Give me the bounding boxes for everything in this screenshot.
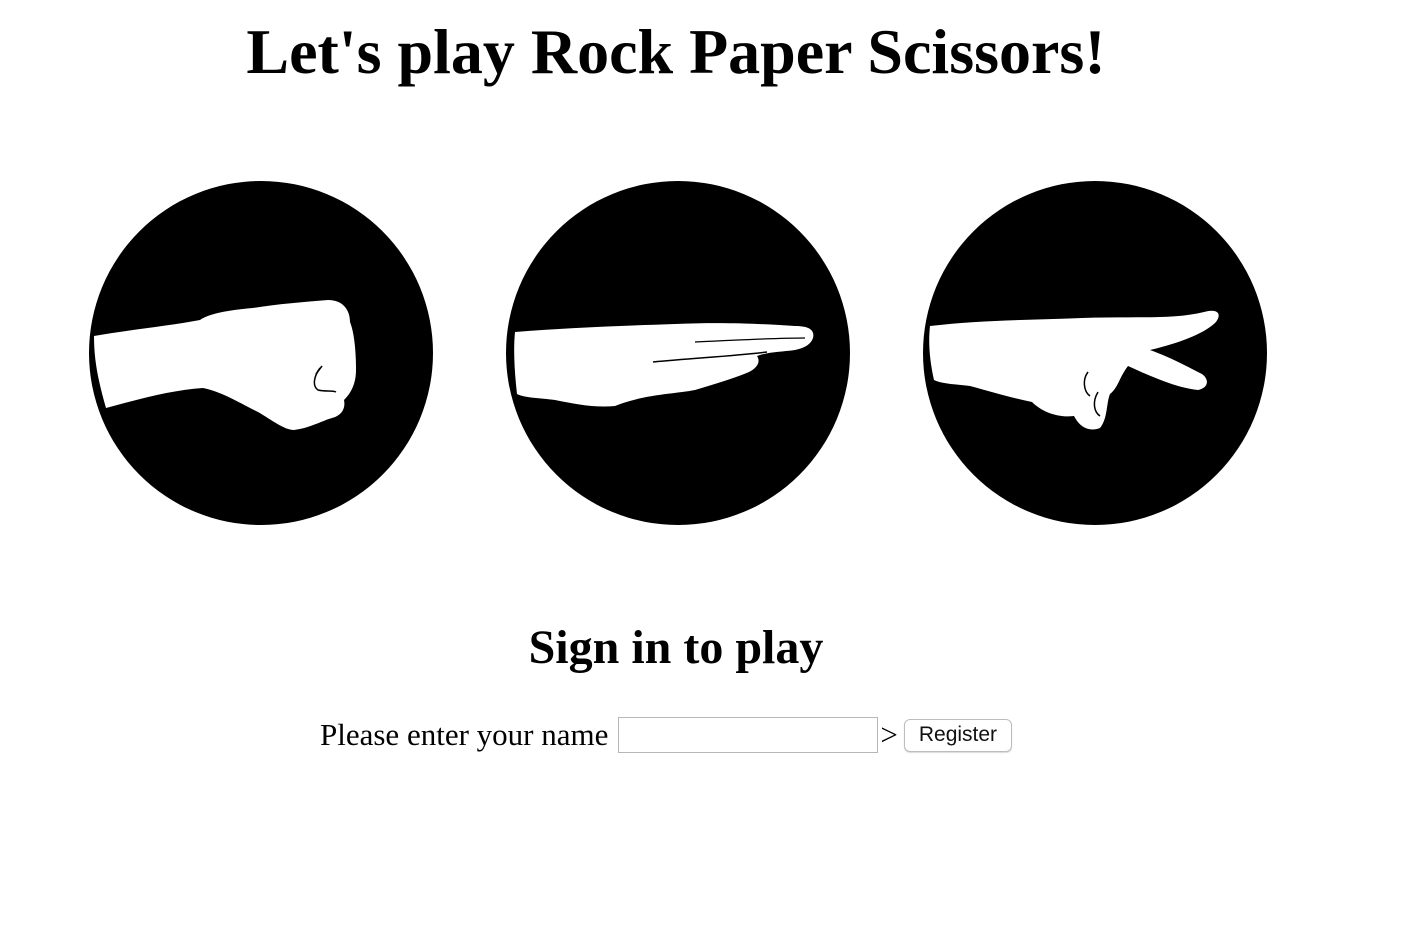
name-prompt-label: Please enter your name bbox=[320, 717, 609, 752]
rock-choice[interactable] bbox=[88, 180, 434, 526]
signin-heading: Sign in to play bbox=[528, 621, 824, 674]
name-input[interactable] bbox=[618, 717, 879, 753]
register-button[interactable]: Register bbox=[903, 718, 1013, 752]
rock-fist-icon bbox=[89, 181, 433, 525]
scissors-two-fingers-icon bbox=[923, 181, 1267, 525]
paper-flat-hand-icon bbox=[506, 181, 850, 525]
paper-choice[interactable] bbox=[505, 180, 851, 526]
scissors-choice[interactable] bbox=[922, 180, 1268, 526]
choices-row bbox=[88, 180, 1268, 526]
signin-form: Please enter your name > Register bbox=[320, 714, 1013, 756]
separator-text: > bbox=[880, 717, 898, 752]
page-title: Let's play Rock Paper Scissors! bbox=[246, 16, 1106, 87]
page: Let's play Rock Paper Scissors! Sign in … bbox=[0, 0, 1424, 938]
